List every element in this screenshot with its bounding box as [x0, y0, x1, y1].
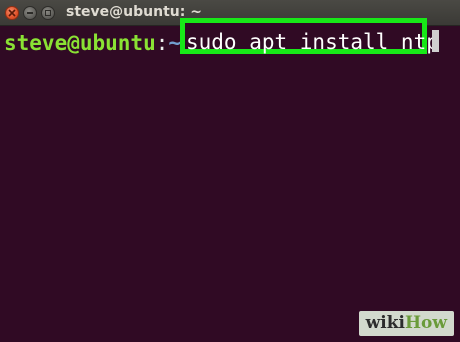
wikihow-watermark: wikiHow [358, 311, 454, 336]
text-cursor [432, 30, 439, 52]
watermark-wiki: wiki [365, 313, 405, 333]
prompt-line: steve@ubuntu:~$ [4, 29, 194, 57]
close-button[interactable] [5, 6, 19, 20]
minimize-button[interactable] [23, 6, 37, 20]
maximize-button[interactable] [41, 6, 55, 20]
close-icon [8, 9, 16, 17]
command-text[interactable]: sudo apt install ntp [186, 29, 439, 55]
terminal-window: steve@ubuntu: ~ steve@ubuntu:~$ sudo apt… [0, 0, 460, 342]
prompt-user-host: steve@ubuntu [4, 31, 156, 55]
watermark-how: How [404, 313, 447, 333]
prompt-separator: : [155, 31, 169, 55]
terminal-area[interactable]: steve@ubuntu:~$ [0, 26, 460, 342]
